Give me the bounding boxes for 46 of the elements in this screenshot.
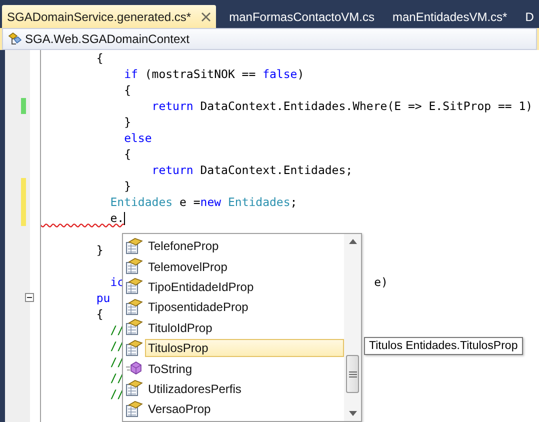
completion-item[interactable]: TiposentidadeProp [145, 298, 344, 316]
document-tab[interactable]: manEntidadesVM.cs* [387, 5, 512, 28]
type-dropdown[interactable]: SGA.Web.SGADomainContext [2, 28, 537, 50]
code-line: { [123, 83, 132, 97]
code-line: } [123, 179, 132, 193]
cube-icon [125, 360, 143, 378]
completion-item[interactable]: VersaoProp [145, 400, 344, 418]
code-line: } [123, 115, 132, 129]
completion-item[interactable]: TelefoneProp [145, 237, 344, 256]
completion-item[interactable]: TipoEntidadeIdProp [145, 278, 344, 296]
property-icon [125, 319, 143, 336]
code-line: return DataContext.Entidades; [150, 163, 353, 177]
completion-item[interactable]: TelemovelProp [145, 258, 344, 276]
class-icon [7, 32, 23, 46]
property-icon [125, 258, 143, 276]
code-line: Entidades e =new Entidades; [109, 195, 298, 209]
property-icon [125, 400, 143, 418]
completion-item[interactable]: TitulosProp [145, 339, 344, 358]
scrollbar[interactable] [344, 234, 361, 421]
code-line: { [95, 51, 104, 65]
code-line: pu [95, 291, 110, 305]
property-icon [125, 238, 143, 255]
document-tab[interactable]: D [520, 5, 539, 28]
code-line: { [123, 147, 132, 161]
scroll-up-icon[interactable] [348, 239, 356, 244]
property-icon [125, 298, 143, 316]
scroll-down-icon[interactable] [348, 411, 356, 416]
code-line: if (mostraSitNOK == false) [123, 67, 304, 81]
completion-item[interactable]: TituloIdProp [145, 318, 344, 337]
code-line: return DataContext.Entidades.Where(E => E.SitProp == 1) [150, 99, 533, 113]
document-tab[interactable]: manFormasContactoVM.cs [224, 5, 380, 28]
property-icon [125, 380, 143, 398]
collapse-icon[interactable] [25, 293, 34, 302]
tooltip: Titulos Entidades.TitulosProp [364, 337, 523, 355]
code-line: { [95, 307, 104, 321]
completion-item[interactable]: UtilizadoresPerfis [145, 380, 344, 398]
document-tab[interactable]: SGADomainService.generated.cs* [2, 5, 216, 28]
completion-item[interactable]: ToString [145, 360, 344, 378]
code-line: else [123, 131, 152, 145]
property-icon [125, 340, 143, 357]
code-text: e) [374, 275, 388, 289]
code-line: e. [109, 210, 126, 226]
property-icon [125, 278, 143, 296]
close-icon[interactable] [201, 12, 212, 22]
scroll-thumb[interactable] [346, 355, 359, 393]
code-line: } [95, 243, 104, 257]
